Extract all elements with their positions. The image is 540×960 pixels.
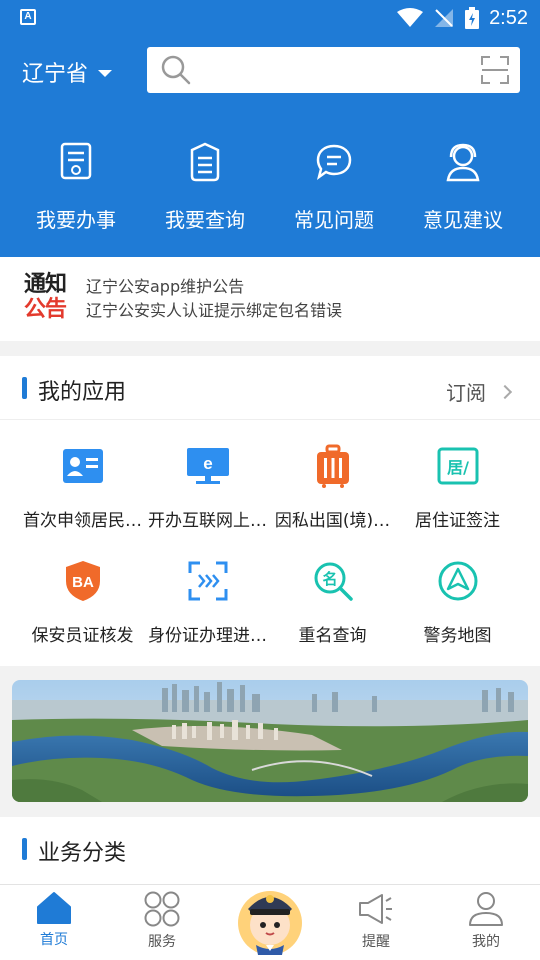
my-apps-section: 我的应用 订阅 首次申领居民… e 开办互联网上… 因私出国(境)… 居/ 居住… [0, 356, 540, 666]
navigation-icon [434, 557, 482, 605]
police-mascot-button[interactable] [236, 881, 304, 955]
notice-board: 通知 公告 辽宁公安app维护公告 辽宁公安实人认证提示绑定包名错误 [0, 257, 540, 341]
id-card-icon [59, 442, 107, 490]
app-label: 身份证办理进… [148, 626, 267, 646]
megaphone-icon [359, 894, 392, 924]
status-time: 2:52 [489, 6, 528, 29]
person-icon [469, 892, 503, 926]
tab-label: 服务 [148, 934, 176, 950]
app-police-map[interactable]: 警务地图 [395, 557, 520, 646]
quick-action-label: 我要查询 [165, 208, 245, 232]
scan-icon[interactable] [480, 55, 510, 85]
home-icon [37, 892, 71, 924]
app-internet-service[interactable]: e 开办互联网上… [145, 442, 270, 531]
wifi-icon [397, 8, 424, 27]
app-label: 重名查询 [298, 626, 367, 646]
tab-label: 提醒 [362, 934, 390, 950]
section-title: 我的应用 [38, 380, 127, 405]
subscribe-button[interactable]: 订阅 [446, 377, 513, 406]
quick-action-handle-affairs[interactable]: 我要办事 [12, 140, 140, 233]
chat-icon [312, 140, 356, 184]
chevron-down-icon [98, 69, 113, 77]
tab-label: 我的 [472, 934, 500, 950]
app-label: 保安员证核发 [31, 626, 134, 646]
city-aerial-image [12, 680, 528, 802]
search-bar[interactable] [147, 47, 520, 93]
battery-icon [465, 7, 480, 29]
province-selector[interactable]: 辽宁省 [22, 55, 113, 89]
app-label: 开办互联网上… [148, 511, 267, 531]
bottom-tab-bar: 首页 服务 提醒 我的 [0, 884, 540, 960]
app-label: 因私出国(境)… [274, 511, 391, 531]
app-travel-abroad[interactable]: 因私出国(境)… [270, 442, 395, 531]
notice-item[interactable]: 辽宁公安实人认证提示绑定包名错误 [86, 299, 342, 323]
badge-icon-text: BA [72, 574, 94, 591]
tab-profile[interactable]: 我的 [436, 891, 536, 951]
quick-action-label: 意见建议 [423, 208, 503, 232]
app-first-id-card[interactable]: 首次申领居民… [20, 442, 145, 531]
residence-permit-icon: 居/ [434, 442, 482, 490]
progress-scan-icon [184, 557, 232, 605]
computer-icon: e [184, 442, 232, 490]
app-id-progress[interactable]: 身份证办理进… [145, 557, 270, 646]
app-residence-permit[interactable]: 居/ 居住证签注 [395, 442, 520, 531]
residence-icon-text: 居/ [447, 458, 469, 477]
search-icon [161, 55, 191, 85]
chevron-right-icon [497, 384, 513, 399]
app-name-search[interactable]: 名 重名查询 [270, 557, 395, 646]
notice-item[interactable]: 辽宁公安app维护公告 [86, 275, 342, 299]
grid-icon [144, 891, 180, 927]
list-icon [183, 140, 227, 184]
city-banner[interactable] [12, 680, 528, 802]
tab-label: 首页 [40, 932, 68, 948]
name-icon-text: 名 [322, 570, 337, 588]
section-marker [22, 377, 27, 399]
search-input[interactable] [201, 55, 461, 85]
header: A 2:52 辽宁省 我要办事 我要查询 常见问题 意见建议 [0, 0, 540, 257]
province-label: 辽宁省 [22, 62, 89, 87]
tab-service[interactable]: 服务 [112, 891, 212, 951]
business-category-section: 业务分类 [0, 817, 540, 887]
security-badge-icon: BA [59, 557, 107, 605]
app-label: 警务地图 [423, 626, 492, 646]
section-marker [22, 838, 27, 860]
tab-reminder[interactable]: 提醒 [326, 891, 426, 951]
app-security-guard-cert[interactable]: BA 保安员证核发 [20, 557, 145, 646]
no-signal-icon [435, 9, 454, 27]
luggage-icon [309, 442, 357, 490]
section-title: 业务分类 [38, 841, 127, 866]
quick-action-feedback[interactable]: 意见建议 [399, 140, 527, 233]
quick-action-label: 我要办事 [36, 208, 116, 232]
computer-icon-letter: e [203, 454, 212, 473]
app-label: 首次申领居民… [23, 511, 142, 531]
quick-actions: 我要办事 我要查询 常见问题 意见建议 [0, 140, 540, 233]
app-label: 居住证签注 [415, 511, 500, 531]
subscribe-label: 订阅 [446, 381, 486, 405]
app-notification-icon: A [20, 9, 36, 25]
police-mascot-icon [238, 891, 302, 955]
quick-action-faq[interactable]: 常见问题 [270, 140, 398, 233]
notice-logo: 通知 公告 [24, 272, 67, 323]
status-bar: A 2:52 [0, 0, 540, 36]
headset-icon [441, 140, 485, 184]
quick-action-query[interactable]: 我要查询 [141, 140, 269, 233]
quick-action-label: 常见问题 [294, 208, 374, 232]
name-search-icon: 名 [309, 557, 357, 605]
document-icon [54, 140, 98, 184]
tab-home[interactable]: 首页 [4, 891, 104, 949]
